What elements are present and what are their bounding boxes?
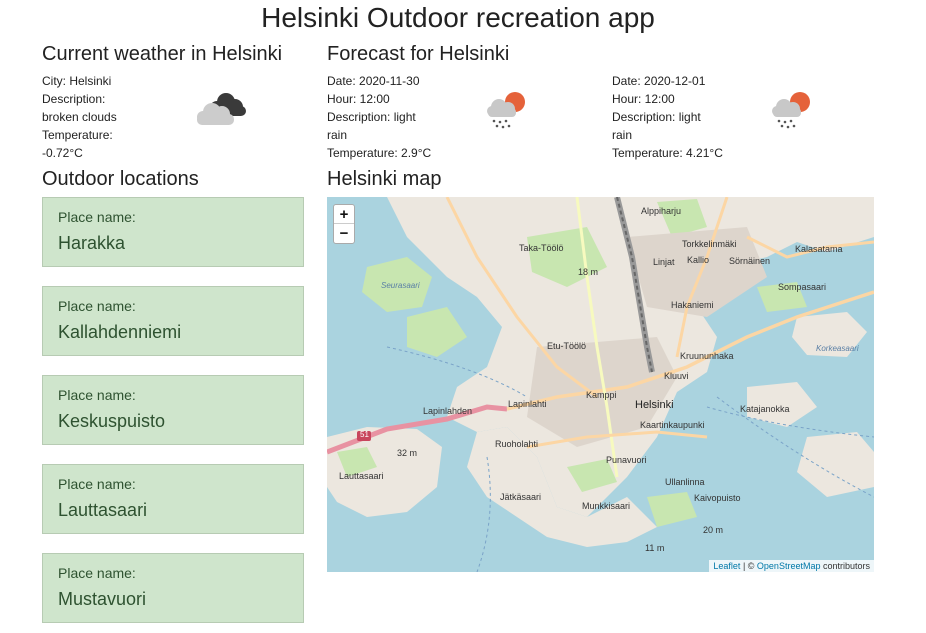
openstreetmap-link[interactable]: OpenStreetMap bbox=[757, 561, 821, 571]
current-description: broken clouds bbox=[42, 110, 117, 124]
map-label-korkeasaari: Korkeasaari bbox=[816, 344, 859, 353]
map-label-hakaniemi: Hakaniemi bbox=[671, 300, 714, 310]
map-label-32m: 32 m bbox=[397, 448, 418, 458]
map-label-sompasaari: Sompasaari bbox=[778, 282, 827, 292]
broken-clouds-icon bbox=[197, 93, 246, 125]
forecast-item: Date: 2020-11-30 Hour: 12:00 Description… bbox=[327, 72, 477, 162]
current-description-label: Description: bbox=[42, 92, 106, 106]
forecast-item: Date: 2020-12-01 Hour: 12:00 Description… bbox=[612, 72, 762, 162]
forecast-description: Description: light bbox=[327, 110, 416, 124]
place-name: Kallahdenniemi bbox=[58, 322, 182, 342]
map-label-seurasaari: Seurasaari bbox=[381, 281, 420, 290]
place-name: Mustavuori bbox=[58, 589, 147, 609]
map-label-sornainen: Sörnäinen bbox=[729, 256, 771, 266]
map-label-lapinlahti: Lapinlahti bbox=[508, 399, 547, 409]
map-label-kaartinkaupunki: Kaartinkaupunki bbox=[640, 420, 705, 430]
map-label-kluuvi: Kluuvi bbox=[664, 371, 689, 381]
place-card-mustavuori[interactable]: Place name: Mustavuori bbox=[42, 553, 304, 623]
outdoor-locations-heading: Outdoor locations bbox=[42, 168, 199, 190]
zoom-control: + − bbox=[333, 204, 355, 244]
map-attribution: Leaflet | © OpenStreetMap contributors bbox=[709, 560, 874, 572]
forecast-temperature: Temperature: 2.9°C bbox=[327, 146, 432, 160]
map-label-kaivopuisto: Kaivopuisto bbox=[694, 493, 741, 503]
map-label-kamppi: Kamppi bbox=[586, 390, 617, 400]
map-label-punavuori: Punavuori bbox=[606, 455, 647, 465]
attribution-contributors: contributors bbox=[820, 561, 870, 571]
map-label-etu-toolo: Etu-Töölö bbox=[547, 341, 587, 351]
map-label-11m: 11 m bbox=[645, 543, 665, 553]
map-label-alppiharju: Alppiharju bbox=[641, 206, 682, 216]
place-name: Lauttasaari bbox=[58, 500, 148, 520]
place-name-label: Place name: bbox=[58, 565, 136, 581]
forecast-heading: Forecast for Helsinki bbox=[327, 43, 510, 65]
map-label-helsinki: Helsinki bbox=[635, 399, 674, 411]
map-label-ruoholahti: Ruoholahti bbox=[495, 439, 539, 449]
map-label-katajanokka: Katajanokka bbox=[740, 404, 790, 414]
map-heading: Helsinki map bbox=[327, 168, 442, 190]
forecast-hour: Hour: 12:00 bbox=[327, 92, 390, 106]
forecast-date: Date: 2020-11-30 bbox=[327, 74, 420, 88]
map-label-lauttasaari: Lauttasaari bbox=[339, 471, 384, 481]
light-rain-icon bbox=[487, 92, 525, 129]
app-title: Helsinki Outdoor recreation app bbox=[261, 2, 655, 33]
map-label-lapinlahden-silta: Lapinlahden bbox=[423, 406, 473, 416]
forecast-temperature: Temperature: 4.21°C bbox=[612, 146, 723, 160]
zoom-out-button[interactable]: − bbox=[334, 224, 354, 243]
forecast-hour: Hour: 12:00 bbox=[612, 92, 675, 106]
place-name: Keskuspuisto bbox=[58, 411, 166, 431]
map-label-20m: 20 m bbox=[703, 525, 724, 535]
place-name-label: Place name: bbox=[58, 476, 136, 492]
place-name: Harakka bbox=[58, 233, 126, 253]
forecast-description-cont: rain bbox=[327, 128, 348, 142]
map-label-18m: 18 m bbox=[578, 267, 599, 277]
current-temperature-label: Temperature: bbox=[42, 128, 113, 142]
map-label-ullanlinna: Ullanlinna bbox=[665, 477, 705, 487]
forecast-date: Date: 2020-12-01 bbox=[612, 74, 706, 88]
map-label-linjat: Linjat bbox=[653, 257, 675, 267]
map-label-kruununhaka: Kruununhaka bbox=[680, 351, 734, 361]
zoom-in-button[interactable]: + bbox=[334, 205, 354, 224]
place-card-lauttasaari[interactable]: Place name: Lauttasaari bbox=[42, 464, 304, 534]
helsinki-map[interactable]: + − Alppiharju Taka-Töölö Torkkelinmäki … bbox=[327, 197, 874, 572]
current-temperature: -0.72°C bbox=[42, 146, 83, 160]
place-card-harakka[interactable]: Place name: Harakka bbox=[42, 197, 304, 267]
place-name-label: Place name: bbox=[58, 387, 136, 403]
map-label-taka-toolo: Taka-Töölö bbox=[519, 243, 564, 253]
leaflet-link[interactable]: Leaflet bbox=[713, 561, 740, 571]
current-city: City: Helsinki bbox=[42, 74, 112, 88]
map-label-munkkisaari: Munkkisaari bbox=[582, 501, 631, 511]
map-label-road-51: 51 bbox=[360, 430, 369, 439]
map-tiles bbox=[327, 197, 874, 572]
map-label-kalasatama: Kalasatama bbox=[795, 244, 843, 254]
map-label-torkkelinmaki: Torkkelinmäki bbox=[682, 239, 737, 249]
forecast-description: Description: light bbox=[612, 110, 701, 124]
light-rain-icon bbox=[772, 92, 810, 129]
place-card-kallahdenniemi[interactable]: Place name: Kallahdenniemi bbox=[42, 286, 304, 356]
current-weather-heading: Current weather in Helsinki bbox=[42, 43, 283, 65]
forecast-description-cont: rain bbox=[612, 128, 633, 142]
place-name-label: Place name: bbox=[58, 298, 136, 314]
map-label-kallio: Kallio bbox=[687, 255, 710, 265]
map-label-jatkasaari: Jätkäsaari bbox=[500, 492, 542, 502]
current-weather-info: City: Helsinki Description: broken cloud… bbox=[42, 72, 192, 162]
place-name-label: Place name: bbox=[58, 209, 136, 225]
attribution-separator: | © bbox=[740, 561, 757, 571]
place-card-keskuspuisto[interactable]: Place name: Keskuspuisto bbox=[42, 375, 304, 445]
